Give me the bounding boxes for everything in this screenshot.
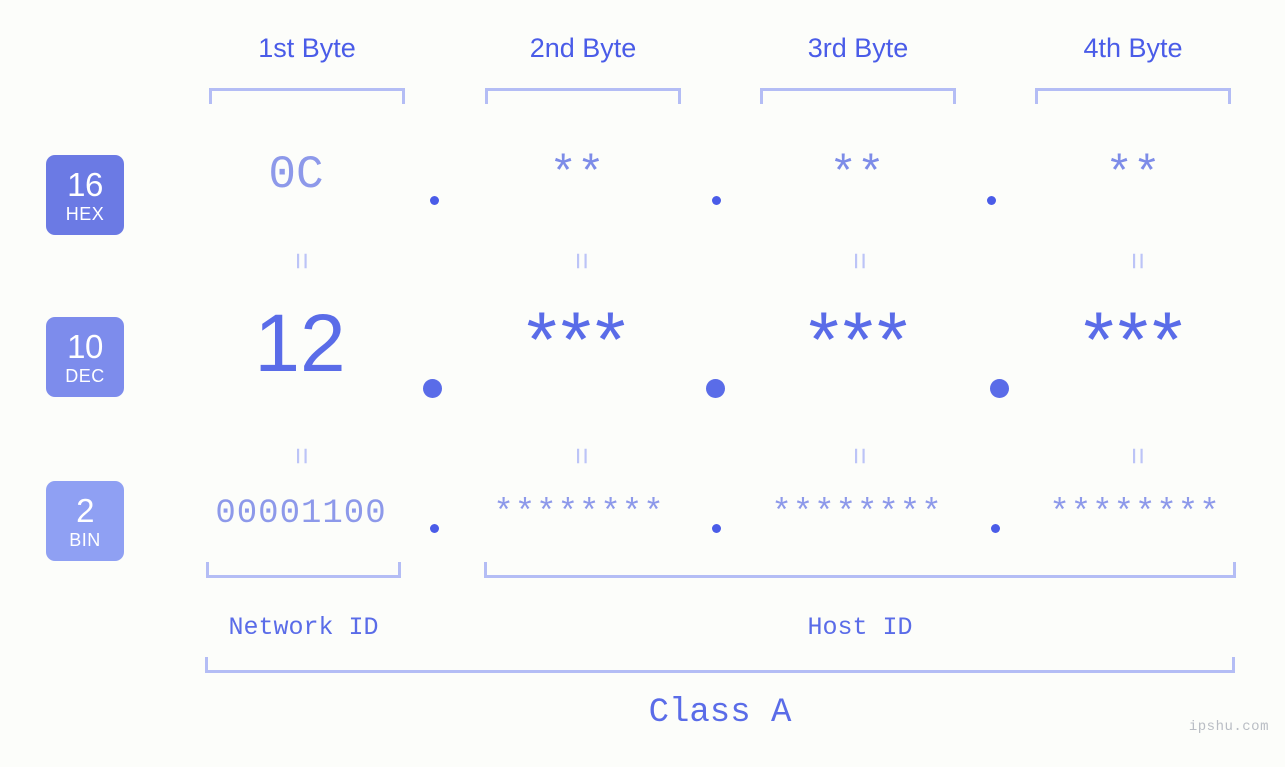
host-id-bracket	[484, 562, 1236, 578]
base-badge-hex-name: HEX	[65, 203, 105, 224]
byte-header-4: 4th Byte	[1083, 33, 1183, 63]
hex-separator-1	[430, 196, 439, 205]
base-badge-dec-number: 10	[67, 327, 103, 365]
dec-separator-2	[706, 379, 725, 398]
bin-byte-1: 00001100	[215, 495, 387, 533]
ip-address-breakdown-diagram: 1st Byte 2nd Byte 3rd Byte 4th Byte 16 H…	[0, 0, 1285, 767]
equals-mark-dec-bin-3: =	[843, 447, 876, 463]
equals-mark-hex-dec-4: =	[1121, 252, 1154, 268]
bin-byte-2: ********	[493, 495, 665, 533]
class-label: Class A	[648, 694, 792, 732]
equals-mark-hex-dec-2: =	[565, 252, 598, 268]
equals-mark-dec-bin-1: =	[285, 447, 318, 463]
bin-separator-1	[430, 524, 439, 533]
equals-mark-dec-bin-2: =	[565, 447, 598, 463]
network-id-label: Network ID	[228, 613, 379, 642]
byte-bracket-2	[485, 88, 681, 104]
base-badge-bin-number: 2	[76, 491, 94, 529]
base-badge-bin: 2 BIN	[46, 481, 124, 561]
base-badge-dec-name: DEC	[65, 365, 105, 386]
hex-byte-1: 0C	[268, 149, 324, 201]
bin-byte-3: ********	[771, 495, 943, 533]
hex-separator-3	[987, 196, 996, 205]
base-badge-hex-number: 16	[67, 165, 103, 203]
host-id-label: Host ID	[807, 613, 913, 642]
byte-header-1: 1st Byte	[258, 33, 356, 63]
dec-separator-1	[423, 379, 442, 398]
byte-bracket-3	[760, 88, 956, 104]
byte-bracket-4	[1035, 88, 1231, 104]
bin-separator-2	[712, 524, 721, 533]
hex-separator-2	[712, 196, 721, 205]
network-id-bracket	[206, 562, 401, 578]
dec-separator-3	[990, 379, 1009, 398]
site-watermark: ipshu.com	[1188, 719, 1269, 735]
byte-header-2: 2nd Byte	[529, 33, 637, 63]
dec-byte-4: ***	[1083, 295, 1187, 383]
base-badge-dec: 10 DEC	[46, 317, 124, 397]
base-badge-bin-name: BIN	[69, 529, 101, 550]
class-bracket	[205, 657, 1235, 673]
equals-mark-hex-dec-1: =	[285, 252, 318, 268]
dec-byte-1: 12	[254, 298, 346, 389]
hex-byte-4: **	[1105, 149, 1161, 201]
hex-byte-3: **	[829, 149, 885, 201]
bin-separator-3	[991, 524, 1000, 533]
equals-mark-dec-bin-4: =	[1121, 447, 1154, 463]
bin-byte-4: ********	[1049, 495, 1221, 533]
dec-byte-3: ***	[808, 295, 912, 383]
equals-mark-hex-dec-3: =	[843, 252, 876, 268]
hex-byte-2: **	[549, 149, 605, 201]
byte-header-3: 3rd Byte	[807, 33, 909, 63]
dec-byte-2: ***	[526, 295, 630, 383]
base-badge-hex: 16 HEX	[46, 155, 124, 235]
byte-bracket-1	[209, 88, 405, 104]
